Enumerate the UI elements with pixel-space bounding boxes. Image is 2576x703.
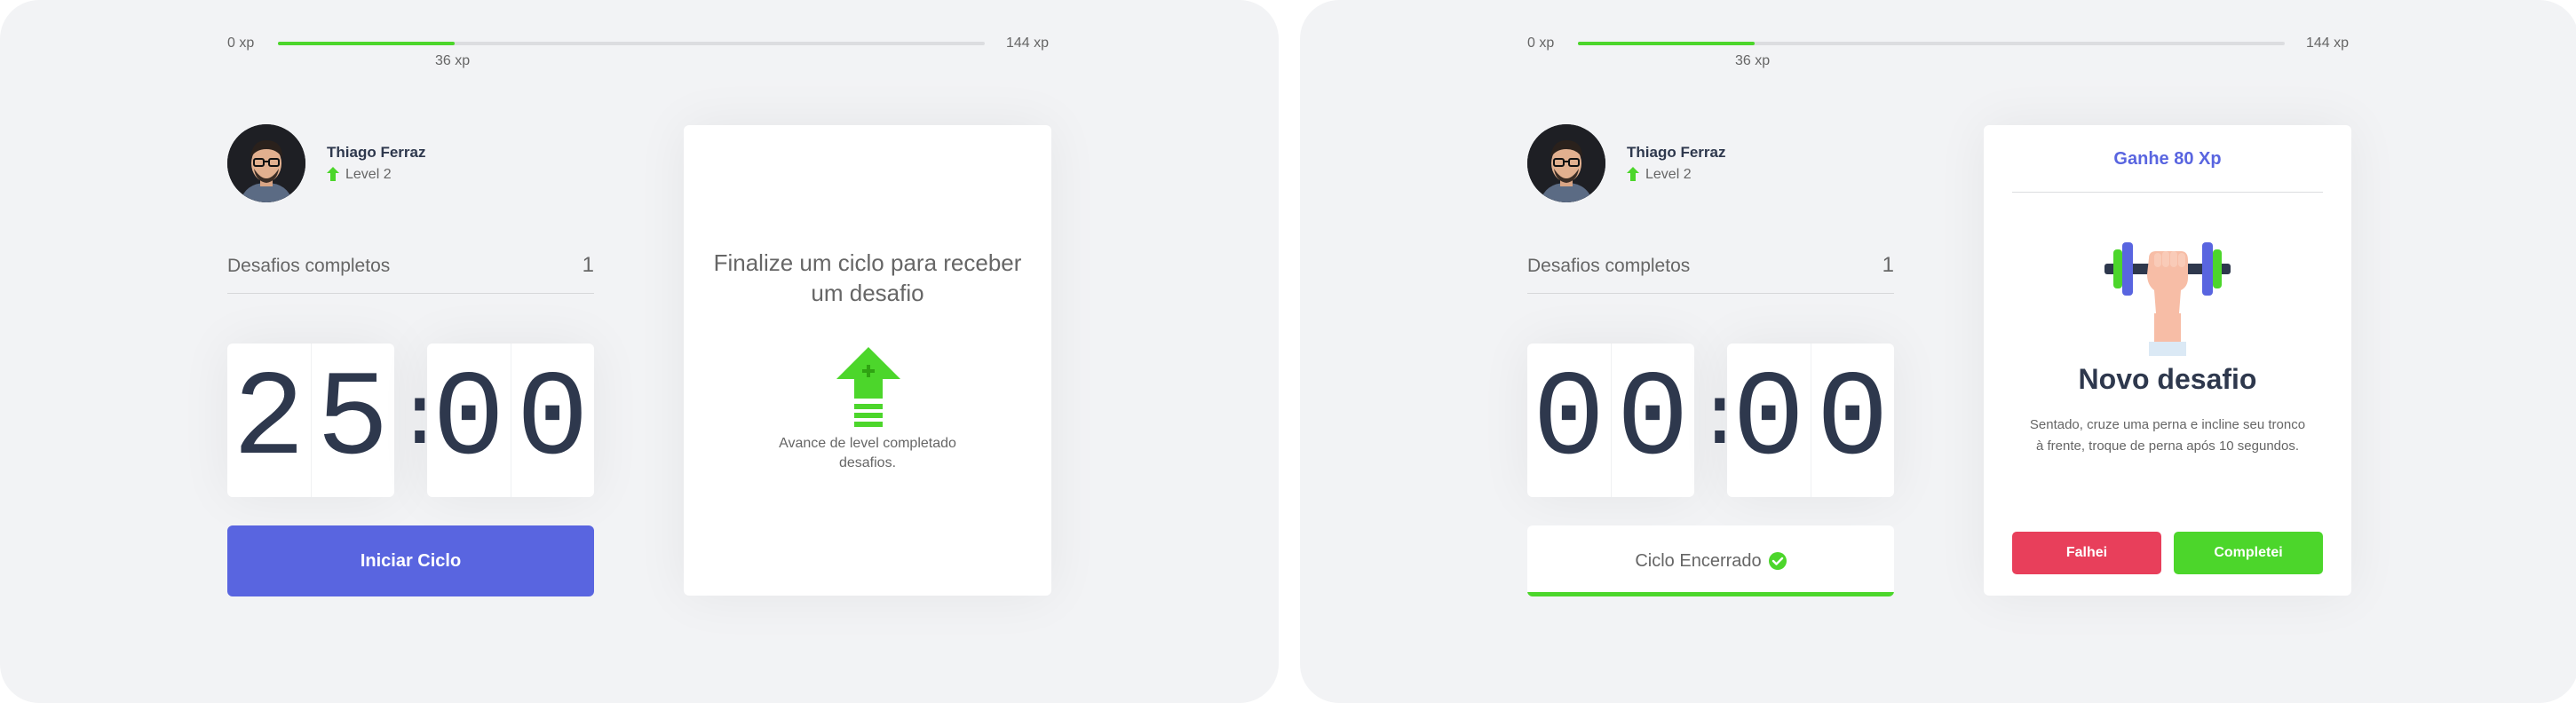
completed-challenges: Desafios completos 1 xyxy=(1527,241,1894,294)
challenge-card-empty: Finalize um ciclo para receber um desafi… xyxy=(684,125,1051,596)
avatar xyxy=(227,124,305,202)
completed-button[interactable]: Completei xyxy=(2174,532,2323,574)
dumbbell-icon xyxy=(2104,242,2231,356)
countdown-seconds: 0 0 xyxy=(1727,344,1894,497)
challenge-empty-description: Avance de level completado desafios. xyxy=(779,436,956,470)
xp-end-label: 144 xp xyxy=(2306,36,2350,51)
failed-button[interactable]: Falhei xyxy=(2012,532,2161,574)
cycle-ended-button[interactable]: Ciclo Encerrado xyxy=(1527,525,1894,596)
challenge-title: Novo desafio xyxy=(2078,363,2257,395)
panel-cycle-idle: 0 xp 36 xp 144 xp Thiago Ferraz Level 2 … xyxy=(0,0,1279,703)
user-name: Thiago Ferraz xyxy=(1627,144,1726,161)
countdown-digit: 0 xyxy=(1532,352,1605,489)
xp-progress-fill xyxy=(1578,42,1755,45)
cycle-ended-label: Ciclo Encerrado xyxy=(1635,550,1762,571)
xp-progress-bar xyxy=(1578,42,2285,45)
countdown-digit: 0 xyxy=(1610,344,1695,497)
user-level: Level 2 xyxy=(345,167,392,182)
challenge-card-active: Ganhe 80 Xp Novo desafio Sentado, cruze … xyxy=(1984,125,2351,596)
challenge-empty-title: Finalize um ciclo para receber um desafi… xyxy=(713,249,1022,306)
countdown-digit: 0 xyxy=(1732,352,1805,489)
level-up-icon xyxy=(1627,167,1639,181)
user-level: Level 2 xyxy=(1645,167,1692,182)
completed-challenges-count: 1 xyxy=(582,253,594,277)
xp-progress-fill xyxy=(278,42,455,45)
completed-challenges: Desafios completos 1 xyxy=(227,241,594,294)
check-circle-icon xyxy=(1768,552,1787,570)
countdown-digit: 0 xyxy=(432,352,505,489)
countdown-digit: 5 xyxy=(310,344,395,497)
countdown-separator: : xyxy=(1694,372,1746,469)
start-cycle-button[interactable]: Iniciar Ciclo xyxy=(227,525,594,596)
countdown-digit: 2 xyxy=(232,352,305,489)
panel-cycle-ended: 0 xp 36 xp 144 xp Thiago Ferraz Level 2 … xyxy=(1300,0,2576,703)
completed-challenges-label: Desafios completos xyxy=(1527,256,1691,276)
level-up-icon xyxy=(836,347,900,427)
xp-current-label: 36 xp xyxy=(1735,53,1771,68)
countdown-digit: 0 xyxy=(1810,344,1895,497)
countdown-separator: : xyxy=(394,372,446,469)
user-name: Thiago Ferraz xyxy=(327,144,426,161)
completed-challenges-label: Desafios completos xyxy=(227,256,391,276)
avatar xyxy=(1527,124,1605,202)
countdown-seconds: 0 0 xyxy=(427,344,594,497)
countdown-digit: 0 xyxy=(510,344,595,497)
challenge-reward: Ganhe 80 Xp xyxy=(2012,145,2323,193)
completed-challenges-count: 1 xyxy=(1882,253,1894,277)
xp-current-label: 36 xp xyxy=(435,53,471,68)
level-up-icon xyxy=(327,167,339,181)
xp-progress-bar xyxy=(278,42,985,45)
countdown-minutes: 2 5 xyxy=(227,344,394,497)
cycle-ended-bar xyxy=(1527,592,1894,596)
challenge-description: Sentado, cruze uma perna e incline seu t… xyxy=(2029,417,2306,454)
xp-end-label: 144 xp xyxy=(1006,36,1050,51)
countdown-minutes: 0 0 xyxy=(1527,344,1694,497)
xp-start-label: 0 xp xyxy=(1527,36,1555,51)
xp-start-label: 0 xp xyxy=(227,36,255,51)
